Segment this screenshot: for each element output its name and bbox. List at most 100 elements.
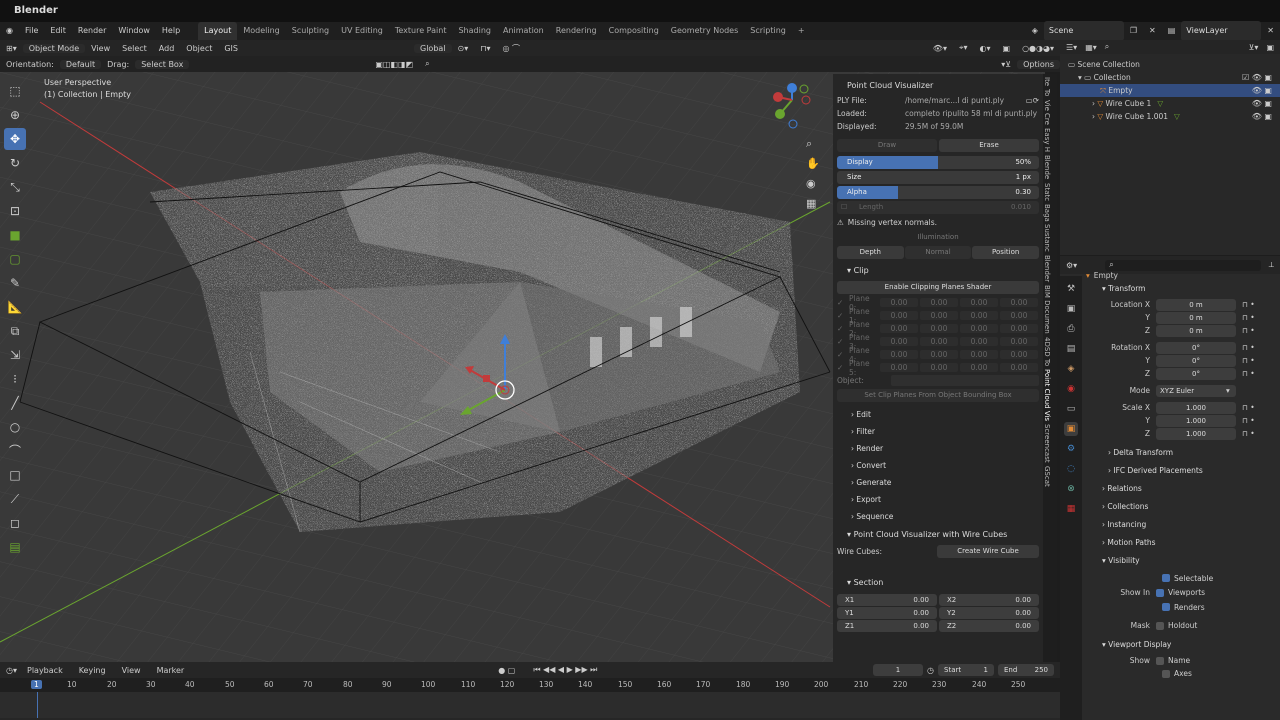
- holdout-checkbox[interactable]: [1156, 621, 1164, 630]
- normal-button[interactable]: Normal: [904, 246, 972, 259]
- add-mesh-tool-icon[interactable]: ▢: [4, 248, 26, 270]
- editor-type-icon[interactable]: ⊞▾: [0, 44, 23, 53]
- pivot-icon[interactable]: ⊙▾: [452, 44, 475, 53]
- plane-value-field[interactable]: 0.00: [880, 350, 918, 359]
- outliner-item-wire-cube-1[interactable]: › ▽ Wire Cube 1 ▽ 👁 ▣: [1060, 97, 1280, 110]
- view-layer-selector[interactable]: ViewLayer: [1181, 21, 1262, 41]
- set-clip-planes-button[interactable]: Set Clip Planes From Object Bounding Box: [837, 389, 1039, 402]
- plane-value-field[interactable]: 0.00: [880, 363, 918, 372]
- outliner-collection[interactable]: ▾ ▭ Collection ☑ 👁 ▣: [1060, 71, 1280, 84]
- add-cube-tool-icon[interactable]: ■: [4, 224, 26, 246]
- tab-rendering[interactable]: Rendering: [550, 22, 603, 40]
- collection-visibility-icons[interactable]: ☑ 👁 ▣: [1242, 71, 1272, 84]
- lock-icon[interactable]: ⊓ •: [1242, 326, 1255, 335]
- orientation-dropdown[interactable]: Default: [59, 59, 102, 69]
- renders-checkbox[interactable]: [1162, 603, 1170, 611]
- cursor-tool-icon[interactable]: ⊕: [4, 104, 26, 126]
- collections-header[interactable]: › Collections: [1086, 498, 1280, 516]
- section-field-right[interactable]: Z2 0.00: [939, 619, 1039, 632]
- tab-texture-paint[interactable]: Texture Paint: [389, 22, 453, 40]
- sidebar-tab[interactable]: To: [1043, 89, 1051, 96]
- section-field-right[interactable]: Y2 0.00: [939, 606, 1039, 619]
- length-field[interactable]: ☐ Length 0.010: [837, 201, 1039, 214]
- texture-tab-icon[interactable]: ▦: [1064, 502, 1078, 516]
- display-slider[interactable]: Display 50%: [837, 156, 1039, 169]
- properties-editor-icon[interactable]: ⚙▾: [1066, 261, 1077, 270]
- plane-value-field[interactable]: 0.00: [960, 363, 998, 372]
- sidebar-tab[interactable]: Blender: [1043, 255, 1051, 282]
- menu-file[interactable]: File: [19, 22, 44, 40]
- menu-window[interactable]: Window: [112, 22, 156, 40]
- scene-tab-icon[interactable]: ◈: [1064, 362, 1078, 376]
- outliner-search-icon[interactable]: ⌕: [1105, 42, 1109, 52]
- lock-icon[interactable]: ⊓ •: [1242, 313, 1255, 322]
- playback-menu[interactable]: Playback: [21, 666, 69, 675]
- sidebar-tab[interactable]: Point Cloud Vis: [1043, 369, 1051, 421]
- line-tool-icon[interactable]: ╱: [4, 392, 26, 414]
- draw-button[interactable]: Draw: [837, 139, 937, 152]
- tab-shading[interactable]: Shading: [452, 22, 497, 40]
- clock-icon[interactable]: ◷: [927, 666, 934, 675]
- snap-icon[interactable]: ⊓▾: [474, 44, 496, 53]
- ifc-placements-header[interactable]: › IFC Derived Placements: [1086, 462, 1280, 480]
- position-button[interactable]: Position: [972, 246, 1040, 259]
- plane-toggle-icon[interactable]: ✓: [837, 350, 849, 359]
- empty-visibility-icons[interactable]: 👁 ▣: [1252, 84, 1272, 97]
- playback-controls-icon[interactable]: ⏮ ◀◀ ◀ ▶ ▶▶ ⏭: [533, 665, 597, 675]
- subpanel-convert[interactable]: › Convert: [837, 457, 1039, 474]
- plane-toggle-icon[interactable]: ✓: [837, 311, 849, 320]
- add-object-tool-icon[interactable]: ⧉: [4, 320, 26, 342]
- playhead[interactable]: [37, 692, 38, 718]
- section-field-right[interactable]: X2 0.00: [939, 593, 1039, 606]
- end-frame-field[interactable]: End 250: [998, 664, 1054, 676]
- relations-header[interactable]: › Relations: [1086, 480, 1280, 498]
- tab-uv-editing[interactable]: UV Editing: [335, 22, 389, 40]
- subpanel-sequence[interactable]: › Sequence: [837, 508, 1039, 525]
- rotate-tool-icon[interactable]: ↻: [4, 152, 26, 174]
- plane-value-field[interactable]: 0.00: [960, 337, 998, 346]
- particles-tab-icon[interactable]: ◌: [1064, 462, 1078, 476]
- close-scene-icon[interactable]: ✕: [1143, 22, 1162, 40]
- plane-value-field[interactable]: 0.00: [1000, 298, 1038, 307]
- plane-value-field[interactable]: 0.00: [880, 298, 918, 307]
- plane-value-field[interactable]: 0.00: [1000, 337, 1038, 346]
- plane-value-field[interactable]: 0.00: [920, 363, 958, 372]
- lock-icon[interactable]: ⊓ •: [1242, 416, 1255, 425]
- sidebar-tab[interactable]: Sustanc: [1043, 224, 1051, 252]
- record-icon[interactable]: ● ▢: [498, 666, 515, 675]
- tab-animation[interactable]: Animation: [497, 22, 550, 40]
- gizmo-icon[interactable]: ⌖▾: [953, 43, 974, 53]
- name-checkbox[interactable]: [1156, 656, 1164, 665]
- menu-add[interactable]: Add: [153, 44, 181, 53]
- tool-tab-icon[interactable]: ⚒: [1064, 282, 1078, 296]
- tab-scripting[interactable]: Scripting: [744, 22, 792, 40]
- location-x-field[interactable]: 0 m: [1156, 298, 1236, 311]
- output-tab-icon[interactable]: ⎙: [1064, 322, 1078, 336]
- plane-value-field[interactable]: 0.00: [1000, 311, 1038, 320]
- shading-modes-icon[interactable]: ○●◑◕▾: [1016, 44, 1060, 53]
- wire-cube-1-001-visibility-icons[interactable]: 👁 ▣: [1252, 110, 1272, 123]
- sidebar-tab[interactable]: Baga: [1043, 204, 1051, 222]
- modifier-tab-icon[interactable]: ⚙: [1064, 442, 1078, 456]
- scale-z-field[interactable]: 1.000: [1156, 427, 1236, 440]
- alpha-slider[interactable]: Alpha 0.30: [837, 186, 1039, 199]
- menu-view[interactable]: View: [85, 44, 116, 53]
- lock-icon[interactable]: ⊓ •: [1242, 429, 1255, 438]
- pcv-panel-header[interactable]: Point Cloud Visualizer: [837, 78, 1039, 94]
- clip-panel-header[interactable]: ▾ Clip: [837, 263, 1039, 279]
- overlay-icon[interactable]: ◐▾: [974, 44, 997, 53]
- keying-menu[interactable]: Keying: [73, 666, 112, 675]
- plane-value-field[interactable]: 0.00: [960, 311, 998, 320]
- lock-icon[interactable]: ⊓ •: [1242, 343, 1255, 352]
- collection-tab-icon[interactable]: ▭: [1064, 402, 1078, 416]
- plane-value-field[interactable]: 0.00: [960, 324, 998, 333]
- viewport-display-header[interactable]: ▾ Viewport Display: [1086, 636, 1280, 654]
- illumination-toggle[interactable]: Illumination: [837, 231, 1039, 244]
- create-wire-cube-button[interactable]: Create Wire Cube: [937, 544, 1039, 558]
- tab-modeling[interactable]: Modeling: [237, 22, 285, 40]
- transform-orientation-dropdown[interactable]: Global: [414, 43, 452, 53]
- plane-value-field[interactable]: 0.00: [920, 324, 958, 333]
- point-tool-icon[interactable]: ⁝: [4, 368, 26, 390]
- blender-logo-icon[interactable]: ◉: [0, 22, 19, 40]
- plane-value-field[interactable]: 0.00: [920, 350, 958, 359]
